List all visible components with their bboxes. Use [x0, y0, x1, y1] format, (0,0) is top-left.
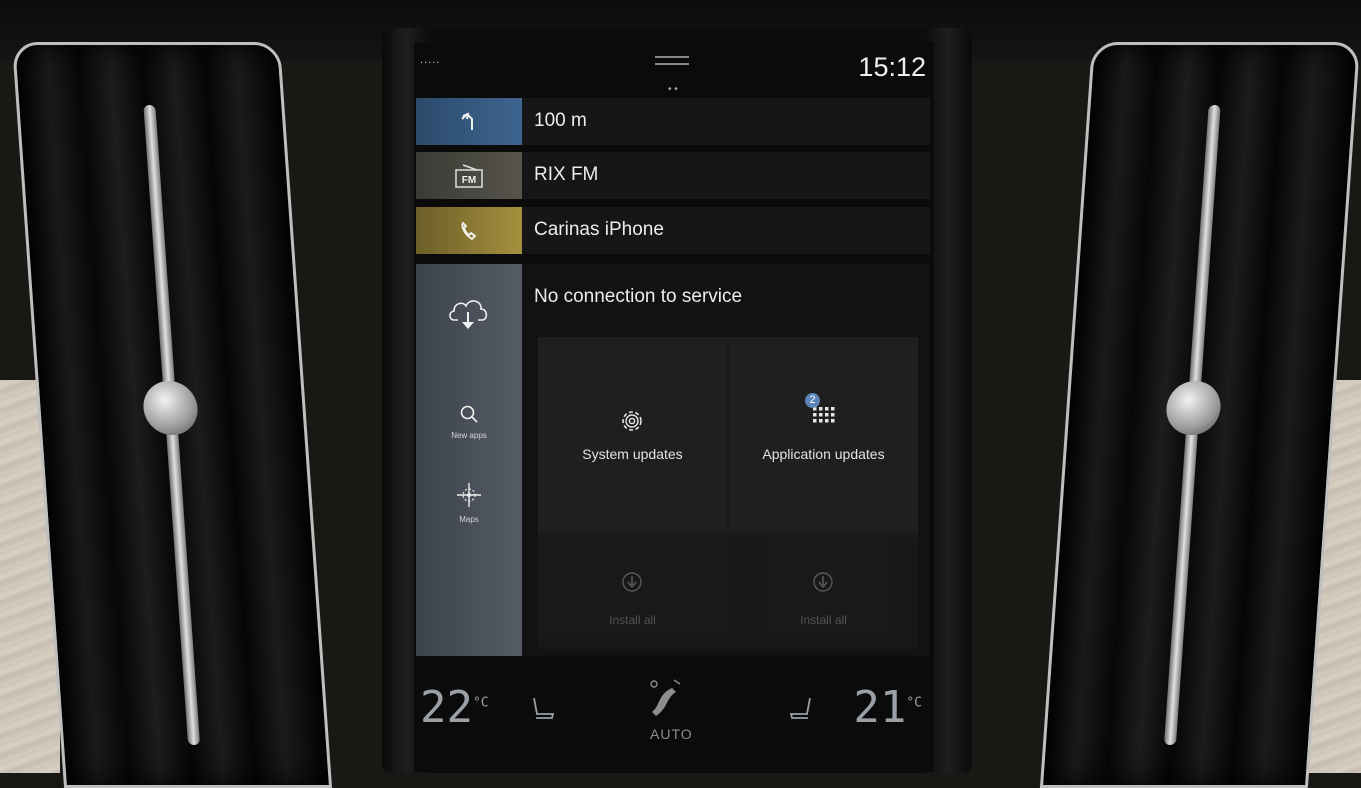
phone-handset-icon [416, 207, 522, 254]
application-updates-button[interactable]: 2 Application updates [729, 337, 918, 533]
clock: 15:12 [858, 52, 926, 82]
update-count-badge: 2 [805, 393, 820, 408]
install-all-button-apps[interactable]: Install all [729, 537, 918, 649]
install-all-button-system[interactable]: Install all [538, 537, 727, 649]
center-display: ..... • • 15:12 100 m FM RIX FM Carinas … [414, 42, 934, 772]
signal-indicator: ..... [420, 54, 441, 66]
system-updates-button[interactable]: System updates [538, 337, 727, 533]
navigation-tile[interactable]: 100 m [416, 98, 930, 145]
phone-device-name: Carinas iPhone [534, 219, 664, 240]
system-updates-label: System updates [582, 446, 683, 462]
cloud-download-button[interactable] [416, 292, 522, 337]
app-status-title: No connection to service [534, 286, 743, 307]
application-updates-label: Application updates [762, 446, 885, 462]
navigation-distance: 100 m [534, 110, 587, 131]
download-center-tile: New apps Maps No connection to service S… [416, 264, 930, 656]
install-all-label: Install all [609, 613, 656, 627]
climate-bar: 22°C AUTO 21°C [414, 672, 934, 772]
temperature-unit: °C [472, 695, 489, 711]
left-seat-heater-icon[interactable] [528, 694, 558, 724]
fm-radio-icon: FM [416, 152, 522, 199]
turn-left-arrow-icon [416, 98, 522, 145]
vent-knob-left[interactable] [141, 381, 200, 435]
page-indicator: • • [668, 84, 678, 95]
sidebar-label-maps: Maps [459, 515, 479, 524]
air-vent-left [11, 42, 333, 788]
right-seat-heater-icon[interactable] [786, 694, 816, 724]
sidebar-item-new-apps[interactable]: New apps [416, 404, 522, 440]
search-icon [460, 405, 478, 423]
install-all-label: Install all [800, 613, 847, 627]
right-temperature-value: 21 [853, 682, 907, 733]
download-icon [622, 572, 642, 592]
left-temperature-value: 22 [420, 682, 473, 733]
right-temperature-control[interactable]: 21°C [853, 682, 922, 733]
cloud-download-icon [449, 300, 488, 329]
airflow-fan-icon[interactable] [646, 676, 684, 720]
media-tile[interactable]: FM RIX FM [416, 152, 930, 199]
temperature-unit: °C [906, 695, 922, 711]
air-vent-right [1039, 42, 1361, 788]
updates-panel: System updates 2 Application updates Ins… [538, 337, 918, 649]
vent-knob-right[interactable] [1164, 381, 1223, 435]
sidebar-item-maps[interactable]: Maps [416, 482, 522, 524]
gear-icon [622, 411, 642, 431]
status-bar: ..... • • 15:12 [414, 42, 934, 95]
left-temperature-control[interactable]: 22°C [420, 682, 489, 733]
media-source-name: RIX FM [534, 164, 599, 185]
phone-tile[interactable]: Carinas iPhone [416, 207, 930, 254]
svg-text:FM: FM [462, 175, 476, 186]
app-grid-icon [813, 407, 835, 423]
climate-mode-label: AUTO [650, 726, 693, 742]
sidebar-label-new-apps: New apps [451, 431, 487, 440]
compass-icon [457, 483, 481, 507]
download-icon [813, 572, 833, 592]
top-view-handle[interactable] [655, 56, 689, 65]
app-sidebar: New apps Maps [416, 264, 522, 656]
